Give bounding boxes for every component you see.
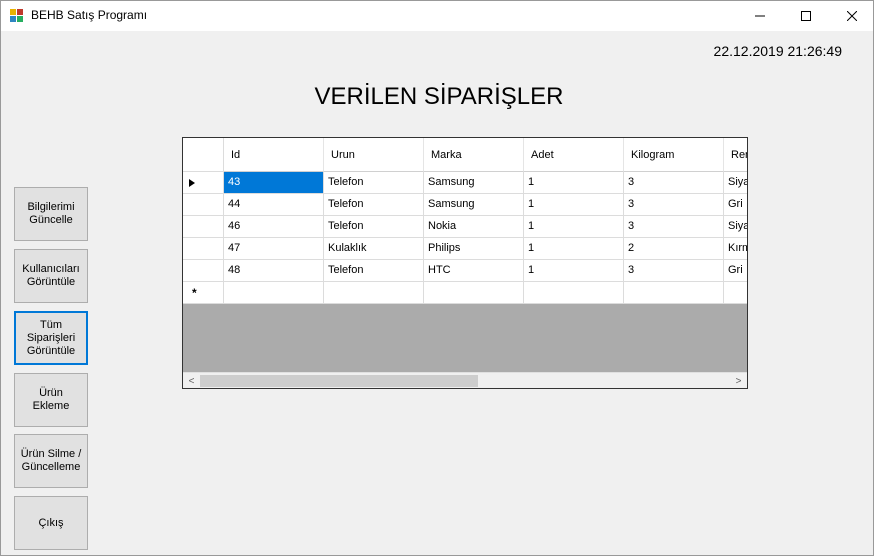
new-row-cell[interactable] [424, 282, 524, 304]
table-cell[interactable]: 46 [224, 216, 324, 238]
table-cell[interactable]: 3 [624, 216, 724, 238]
table-cell[interactable]: HTC [424, 260, 524, 282]
table-cell[interactable]: Telefon [324, 172, 424, 194]
table-cell[interactable]: 44 [224, 194, 324, 216]
row-header[interactable] [183, 260, 224, 282]
table-cell[interactable]: Samsung [424, 194, 524, 216]
scrollbar-thumb[interactable] [200, 375, 478, 387]
view-all-orders-button[interactable]: Tüm Siparişleri Görüntüle [14, 311, 88, 365]
table-cell[interactable]: 3 [624, 260, 724, 282]
row-header[interactable] [183, 238, 224, 260]
table-cell[interactable]: 3 [624, 172, 724, 194]
table-cell[interactable]: Philips [424, 238, 524, 260]
table-cell[interactable]: Kulaklık [324, 238, 424, 260]
column-header-id[interactable]: Id [224, 138, 324, 172]
table-row[interactable]: 48 Telefon HTC 1 3 Gri [183, 260, 747, 282]
new-row-asterisk-icon: * [192, 286, 197, 300]
row-header[interactable] [183, 216, 224, 238]
update-profile-button[interactable]: Bilgilerimi Güncelle [14, 187, 88, 241]
table-row[interactable]: 43 Telefon Samsung 1 3 Siya [183, 172, 747, 194]
table-row[interactable]: 44 Telefon Samsung 1 3 Gri [183, 194, 747, 216]
maximize-button[interactable] [783, 1, 829, 31]
table-cell[interactable]: 3 [624, 194, 724, 216]
table-row[interactable]: 46 Telefon Nokia 1 3 Siya [183, 216, 747, 238]
close-button[interactable] [829, 1, 874, 31]
table-cell[interactable]: Nokia [424, 216, 524, 238]
minimize-icon [755, 15, 765, 17]
table-cell[interactable]: 48 [224, 260, 324, 282]
table-cell[interactable]: Siya [724, 172, 747, 194]
column-header-adet[interactable]: Adet [524, 138, 624, 172]
main-window: BEHB Satış Programı 22.12.2019 21:26:49 … [0, 0, 874, 556]
new-row-cell[interactable] [624, 282, 724, 304]
table-cell[interactable]: 2 [624, 238, 724, 260]
row-header[interactable] [183, 172, 224, 194]
title-bar: BEHB Satış Programı [1, 1, 873, 31]
maximize-icon [801, 11, 811, 21]
view-users-button[interactable]: Kullanıcıları Görüntüle [14, 249, 88, 303]
column-header-urun[interactable]: Urun [324, 138, 424, 172]
exit-button[interactable]: Çıkış [14, 496, 88, 550]
minimize-button[interactable] [737, 1, 783, 31]
table-cell[interactable]: Telefon [324, 216, 424, 238]
add-product-button[interactable]: Ürün Ekleme [14, 373, 88, 427]
table-cell[interactable]: 47 [224, 238, 324, 260]
row-header[interactable] [183, 194, 224, 216]
column-header-marka[interactable]: Marka [424, 138, 524, 172]
table-cell[interactable]: Telefon [324, 194, 424, 216]
app-icon [10, 9, 23, 22]
table-cell[interactable]: 1 [524, 216, 624, 238]
window-title: BEHB Satış Programı [31, 8, 148, 22]
table-row[interactable]: 47 Kulaklık Philips 1 2 Kırm [183, 238, 747, 260]
table-cell[interactable]: Samsung [424, 172, 524, 194]
delete-update-product-button[interactable]: Ürün Silme / Güncelleme [14, 434, 88, 488]
datetime-label: 22.12.2019 21:26:49 [713, 43, 842, 59]
table-cell[interactable]: 1 [524, 172, 624, 194]
new-row-cell[interactable] [524, 282, 624, 304]
table-cell[interactable]: Kırm [724, 238, 747, 260]
table-cell[interactable]: Telefon [324, 260, 424, 282]
scroll-right-arrow-icon[interactable]: > [730, 373, 747, 388]
column-header-kilogram[interactable]: Kilogram [624, 138, 724, 172]
table-cell[interactable]: Gri [724, 260, 747, 282]
table-cell[interactable]: 43 [224, 172, 324, 194]
page-title: VERİLEN SİPARİŞLER [314, 83, 564, 110]
grid-corner-header[interactable] [183, 138, 224, 172]
table-cell[interactable]: Gri [724, 194, 747, 216]
new-row-cell[interactable] [724, 282, 747, 304]
column-header-renk[interactable]: Ren [724, 138, 747, 172]
orders-grid[interactable]: Id Urun Marka Adet Kilogram Ren 43 Telef… [182, 137, 748, 389]
table-cell[interactable]: 1 [524, 194, 624, 216]
table-cell[interactable]: 1 [524, 238, 624, 260]
close-icon [847, 11, 857, 21]
new-row-header[interactable]: * [183, 282, 224, 304]
current-row-arrow-icon [189, 179, 195, 187]
grid-header-row: Id Urun Marka Adet Kilogram Ren [183, 138, 747, 172]
new-row-cell[interactable] [224, 282, 324, 304]
table-cell[interactable]: Siya [724, 216, 747, 238]
table-cell[interactable]: 1 [524, 260, 624, 282]
new-row-cell[interactable] [324, 282, 424, 304]
horizontal-scrollbar[interactable]: < > [183, 372, 747, 388]
new-row[interactable]: * [183, 282, 747, 304]
scroll-left-arrow-icon[interactable]: < [183, 373, 200, 388]
